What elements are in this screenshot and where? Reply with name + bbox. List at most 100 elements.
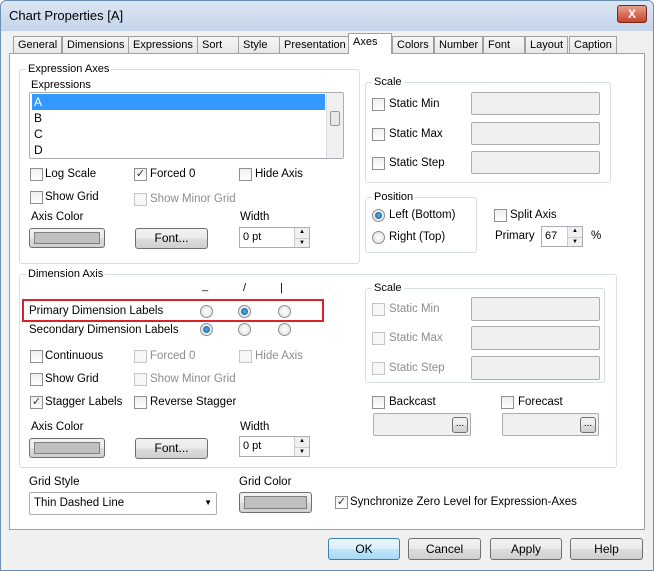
- tab-number[interactable]: Number: [434, 36, 484, 54]
- backcast-checkbox[interactable]: [372, 396, 385, 409]
- list-item[interactable]: C: [32, 126, 325, 142]
- orient-diagonal-header: /: [243, 282, 247, 294]
- dim-axis-color-button[interactable]: [29, 438, 105, 458]
- dim-axis-color-label: Axis Color: [31, 421, 84, 433]
- dim-static-step-checkbox[interactable]: [372, 362, 385, 375]
- group-label: Scale: [372, 282, 404, 294]
- static-max-label: Static Max: [389, 128, 443, 140]
- continuous-checkbox[interactable]: [30, 350, 43, 363]
- spin-up-icon[interactable]: ▲: [294, 437, 309, 447]
- forecast-browse-button[interactable]: ...: [580, 417, 596, 433]
- position-right-radio[interactable]: [372, 231, 385, 244]
- tab-style[interactable]: Style: [238, 36, 280, 54]
- dim-forced0-checkbox[interactable]: [134, 350, 147, 363]
- width-value: 0 pt: [243, 231, 262, 243]
- primary-dimension-labels-label: Primary Dimension Labels: [29, 305, 164, 317]
- dim-width-label: Width: [240, 421, 270, 433]
- primary-diagonal-radio[interactable]: [238, 305, 251, 318]
- primary-horizontal-radio[interactable]: [200, 305, 213, 318]
- backcast-label: Backcast: [389, 396, 436, 408]
- dim-font-button[interactable]: Font...: [135, 438, 208, 459]
- expressions-listbox[interactable]: A B C D: [29, 92, 344, 159]
- scrollbar[interactable]: [326, 93, 343, 158]
- title-bar: Chart Properties [A] X: [1, 1, 653, 31]
- width-spinner[interactable]: 0 pt ▲ ▼: [239, 227, 310, 248]
- dim-show-minor-grid-checkbox[interactable]: [134, 373, 147, 386]
- secondary-diagonal-radio[interactable]: [238, 323, 251, 336]
- backcast-input[interactable]: ...: [373, 413, 471, 436]
- dim-static-step-label: Static Step: [389, 362, 445, 374]
- dim-static-max-input[interactable]: [471, 326, 600, 350]
- secondary-vertical-radio[interactable]: [278, 323, 291, 336]
- static-step-input[interactable]: [471, 151, 600, 174]
- log-scale-checkbox[interactable]: [30, 168, 43, 181]
- sync-zero-level-checkbox[interactable]: ✓: [335, 496, 348, 509]
- orient-vertical-header: |: [280, 282, 283, 294]
- dim-show-grid-checkbox[interactable]: [30, 373, 43, 386]
- forced0-label: Forced 0: [150, 168, 196, 180]
- static-min-checkbox[interactable]: [372, 98, 385, 111]
- list-item[interactable]: B: [32, 110, 325, 126]
- static-max-input[interactable]: [471, 122, 600, 145]
- font-button[interactable]: Font...: [135, 228, 208, 249]
- primary-percent-spinner[interactable]: 67 ▲ ▼: [541, 226, 583, 247]
- spin-down-icon[interactable]: ▼: [294, 237, 309, 247]
- position-left-radio[interactable]: [372, 209, 385, 222]
- tab-colors[interactable]: Colors: [392, 36, 434, 54]
- tab-layout[interactable]: Layout: [525, 36, 569, 54]
- primary-value: 67: [545, 230, 558, 242]
- static-max-checkbox[interactable]: [372, 128, 385, 141]
- axis-color-label: Axis Color: [31, 211, 84, 223]
- secondary-horizontal-radio[interactable]: [200, 323, 213, 336]
- dim-static-step-input[interactable]: [471, 356, 600, 380]
- spin-down-icon[interactable]: ▼: [294, 446, 309, 456]
- position-left-label: Left (Bottom): [389, 209, 456, 221]
- tab-font[interactable]: Font: [483, 36, 525, 54]
- spin-up-icon[interactable]: ▲: [567, 227, 582, 237]
- tab-expressions[interactable]: Expressions: [128, 36, 198, 54]
- group-label: Position: [372, 191, 416, 203]
- grid-style-select[interactable]: Thin Dashed Line ▼: [29, 492, 217, 515]
- tab-general[interactable]: General: [13, 36, 63, 54]
- dim-hide-axis-checkbox[interactable]: [239, 350, 252, 363]
- static-min-input[interactable]: [471, 92, 600, 115]
- dim-width-value: 0 pt: [243, 440, 262, 452]
- split-axis-label: Split Axis: [510, 209, 557, 221]
- dim-width-spinner[interactable]: 0 pt ▲ ▼: [239, 436, 310, 457]
- close-button[interactable]: X: [617, 5, 647, 23]
- scrollbar-thumb[interactable]: [330, 111, 340, 126]
- forecast-label: Forecast: [518, 396, 563, 408]
- cancel-button[interactable]: Cancel: [408, 538, 481, 560]
- spin-down-icon[interactable]: ▼: [567, 236, 582, 246]
- show-minor-grid-checkbox[interactable]: [134, 193, 147, 206]
- help-button[interactable]: Help: [570, 538, 643, 560]
- tab-sort[interactable]: Sort: [197, 36, 239, 54]
- grid-style-value: Thin Dashed Line: [34, 497, 125, 509]
- tab-axes[interactable]: Axes: [348, 33, 392, 54]
- list-item[interactable]: A: [32, 94, 325, 110]
- stagger-labels-checkbox[interactable]: ✓: [30, 396, 43, 409]
- forecast-input[interactable]: ...: [502, 413, 599, 436]
- dim-static-max-checkbox[interactable]: [372, 332, 385, 345]
- ok-button[interactable]: OK: [328, 538, 400, 560]
- apply-button[interactable]: Apply: [490, 538, 562, 560]
- grid-color-button[interactable]: [239, 492, 312, 513]
- tab-presentation[interactable]: Presentation: [279, 36, 351, 54]
- static-step-checkbox[interactable]: [372, 157, 385, 170]
- dim-static-min-checkbox[interactable]: [372, 303, 385, 316]
- forced0-checkbox[interactable]: ✓: [134, 168, 147, 181]
- backcast-browse-button[interactable]: ...: [452, 417, 468, 433]
- list-item[interactable]: D: [32, 142, 325, 158]
- reverse-stagger-checkbox[interactable]: [134, 396, 147, 409]
- dim-static-min-input[interactable]: [471, 297, 600, 321]
- tab-caption[interactable]: Caption: [569, 36, 617, 54]
- hide-axis-checkbox[interactable]: [239, 168, 252, 181]
- axis-color-button[interactable]: [29, 228, 105, 248]
- tab-dimensions[interactable]: Dimensions: [62, 36, 130, 54]
- show-grid-checkbox[interactable]: [30, 191, 43, 204]
- spin-up-icon[interactable]: ▲: [294, 228, 309, 238]
- primary-vertical-radio[interactable]: [278, 305, 291, 318]
- split-axis-checkbox[interactable]: [494, 209, 507, 222]
- width-label: Width: [240, 211, 270, 223]
- forecast-checkbox[interactable]: [501, 396, 514, 409]
